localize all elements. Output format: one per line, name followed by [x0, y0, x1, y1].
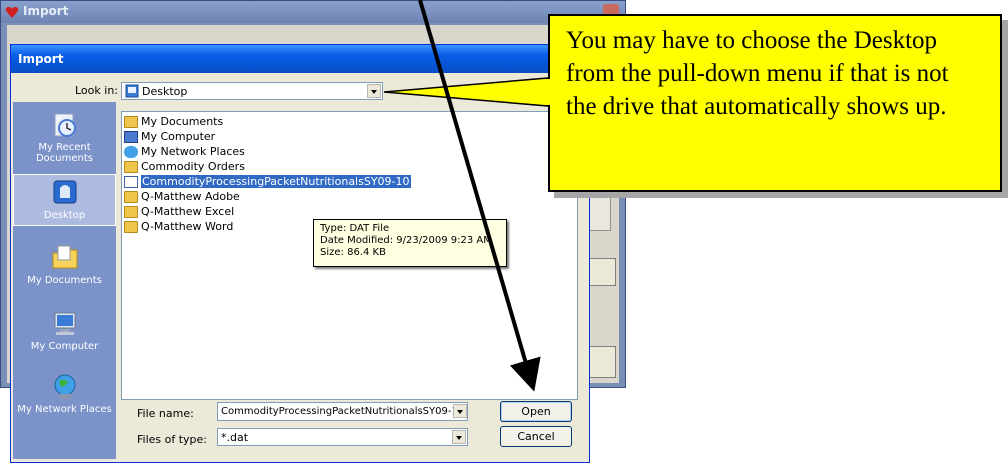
my-documents-icon [52, 245, 77, 269]
files-of-type-label: Files of type: [137, 433, 208, 446]
import-dialog: Import Look in: Desktop My Recent Docume… [10, 44, 590, 463]
folder-shortcut-icon [124, 206, 138, 218]
background-window-title: Import [23, 4, 69, 18]
recent-documents-icon [54, 113, 76, 137]
list-item[interactable]: Q-Matthew Adobe [124, 189, 240, 204]
place-label: My Network Places [17, 404, 112, 415]
chevron-down-icon[interactable] [453, 404, 467, 418]
file-info-tooltip: Type: DAT File Date Modified: 9/23/2009 … [313, 219, 507, 267]
chevron-down-icon[interactable] [367, 84, 381, 98]
cancel-button[interactable]: Cancel [500, 426, 572, 447]
place-label: My Documents [27, 275, 102, 286]
my-computer-icon [54, 312, 75, 335]
my-documents-icon [124, 116, 138, 128]
place-desktop[interactable]: Desktop [13, 174, 116, 226]
places-bar: My Recent Documents Desktop My Documents… [13, 102, 116, 459]
file-name-dropdown[interactable] [452, 403, 468, 421]
desktop-icon [53, 180, 76, 204]
chevron-down-icon[interactable] [452, 430, 466, 444]
list-item[interactable]: Q-Matthew Word [124, 219, 233, 234]
look-in-label: Look in: [75, 84, 118, 97]
place-my-computer[interactable]: My Computer [13, 309, 116, 352]
network-places-icon [124, 146, 138, 158]
tooltip-modified: Date Modified: 9/23/2009 9:23 AM [320, 235, 492, 246]
callout-note: You may have to choose the Desktop from … [548, 14, 1002, 192]
place-network-places[interactable]: My Network Places [13, 372, 116, 415]
folder-shortcut-icon [124, 221, 138, 233]
list-item[interactable]: My Computer [124, 129, 215, 144]
folder-shortcut-icon [124, 191, 138, 203]
place-recent-documents[interactable]: My Recent Documents [13, 110, 116, 164]
place-label: Desktop [43, 210, 86, 221]
place-label: My Recent Documents [35, 142, 94, 164]
list-item[interactable]: My Network Places [124, 144, 245, 159]
list-item[interactable]: Q-Matthew Excel [124, 204, 234, 219]
place-label: My Computer [30, 341, 99, 352]
app-icon [5, 7, 19, 18]
tooltip-size: Size: 86.4 KB [320, 247, 386, 258]
desktop-icon [125, 84, 139, 98]
look-in-value: Desktop [142, 85, 188, 98]
dat-file-icon [124, 176, 138, 188]
dialog-titlebar: Import [11, 45, 589, 73]
background-window-titlebar: Import [1, 1, 625, 23]
folder-shortcut-icon [124, 161, 138, 173]
files-of-type-dropdown[interactable]: *.dat [217, 428, 468, 446]
network-places-icon [54, 374, 75, 399]
tooltip-type: Type: DAT File [320, 223, 390, 234]
my-computer-icon [124, 131, 138, 143]
look-in-dropdown[interactable]: Desktop [121, 82, 383, 100]
list-item[interactable]: My Documents [124, 114, 223, 129]
file-name-input[interactable]: CommodityProcessingPacketNutritionalsSY0… [217, 402, 468, 421]
file-name-label: File name: [137, 407, 194, 420]
dialog-title: Import [18, 52, 64, 66]
files-of-type-value: *.dat [221, 431, 249, 444]
place-my-documents[interactable]: My Documents [13, 243, 116, 286]
list-item[interactable]: Commodity Orders [124, 159, 245, 174]
list-item-selected[interactable]: CommodityProcessingPacketNutritionalsSY0… [124, 174, 411, 189]
open-button[interactable]: Open [500, 401, 572, 422]
